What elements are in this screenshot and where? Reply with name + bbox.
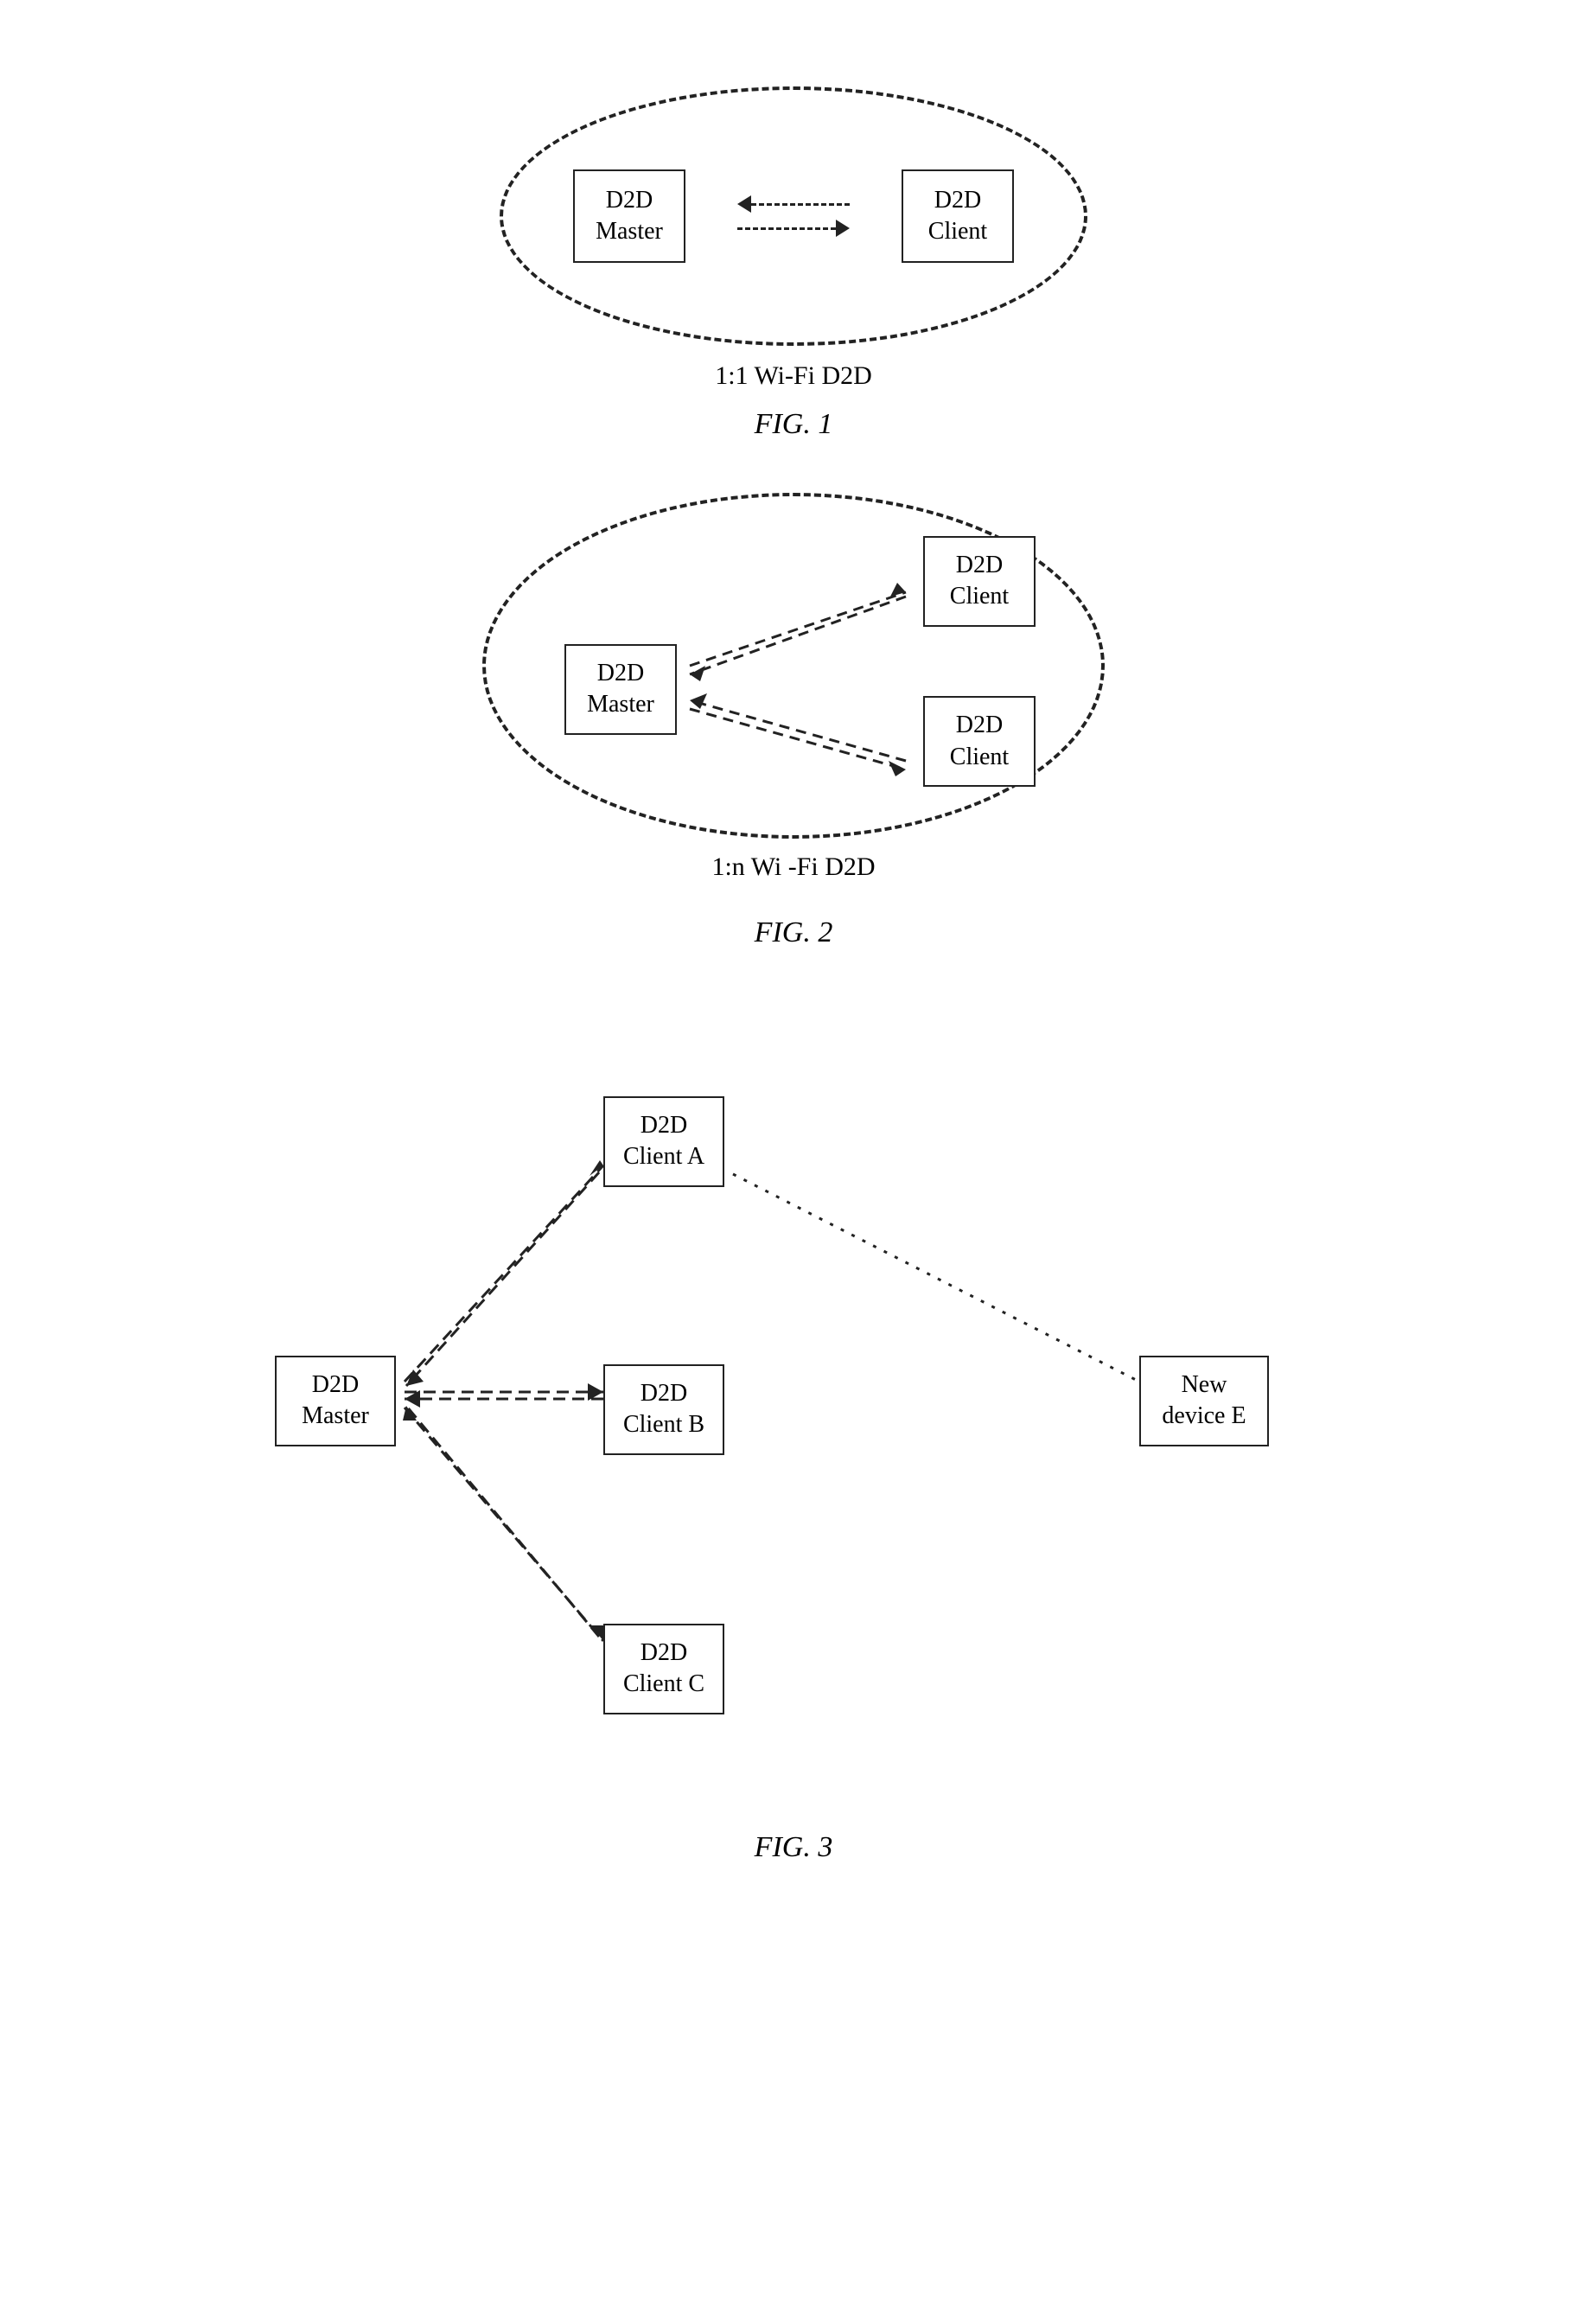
fig1-label: FIG. 1 (755, 408, 833, 441)
fig2-arrows (482, 493, 1105, 873)
fig1-inner: D2DMaster D2DClient (573, 169, 1014, 264)
fig3-newE: Newdevice E (1139, 1356, 1269, 1446)
fig1-d2d-client: D2DClient (902, 169, 1014, 264)
page: D2DMaster D2DClient 1:1 Wi-Fi D (0, 0, 1587, 2324)
fig3-clientA: D2DClient A (603, 1096, 724, 1187)
fig2-label: FIG. 2 (755, 916, 833, 949)
arrow-left-icon (737, 195, 751, 213)
fig1-ellipse: D2DMaster D2DClient (500, 86, 1087, 346)
fig3-container: D2DMaster D2DClient A D2DClient B D2DCli… (35, 1036, 1552, 1864)
fig3-diagram: D2DMaster D2DClient A D2DClient B D2DCli… (232, 1036, 1355, 1814)
fig3-clientB: D2DClient B (603, 1364, 724, 1455)
fig2-caption: 1:n Wi -Fi D2D (711, 852, 875, 882)
fig1-caption: 1:1 Wi-Fi D2D (715, 361, 872, 391)
fig2-diagram: D2DMaster D2DClient D2DClient (482, 493, 1105, 873)
arrow-right-icon (836, 220, 850, 237)
fig3-label: FIG. 3 (755, 1831, 833, 1864)
fig2-container: D2DMaster D2DClient D2DClient (35, 493, 1552, 949)
fig3-master: D2DMaster (275, 1356, 396, 1446)
fig1-d2d-master: D2DMaster (573, 169, 685, 264)
fig1-container: D2DMaster D2DClient 1:1 Wi-Fi D (35, 86, 1552, 441)
fig3-clientC: D2DClient C (603, 1624, 724, 1714)
